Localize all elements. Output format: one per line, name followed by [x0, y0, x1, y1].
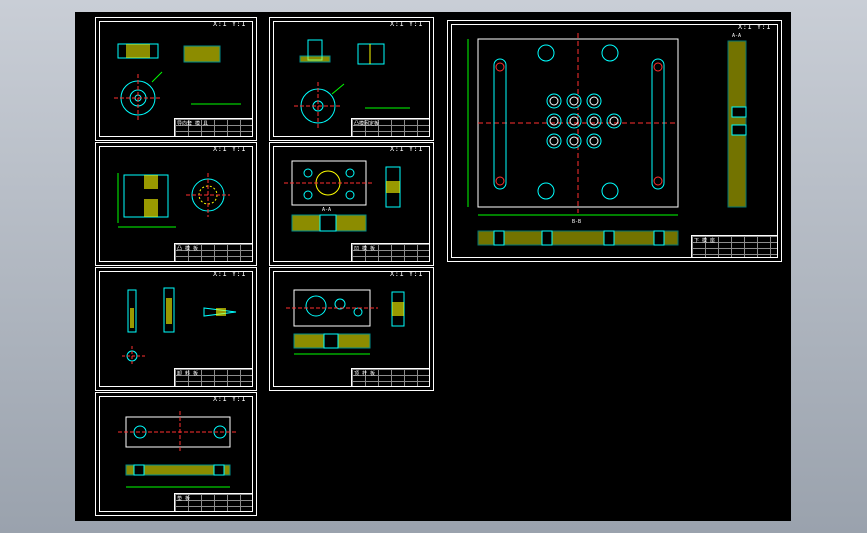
part-drawing: B-B A-A [467, 33, 747, 246]
sheet-punch[interactable]: X:1 Y:1 凸 模 板 [95, 142, 257, 266]
sheet-lower-die-base[interactable]: X:1 Y:1 B-B A-A 下 模 座 [447, 20, 782, 262]
title-block: 凸 模 板 [174, 243, 253, 262]
title-block: 顶 杆 板 [351, 368, 430, 387]
part-title: 凸模固定板 [354, 121, 380, 127]
sheet-guide-bush[interactable]: X:1 Y:1 导向套 模 具 [95, 17, 257, 141]
part-title: 垫 板 [177, 496, 191, 502]
title-block: 凸模固定板 [351, 118, 430, 137]
part-title: 下 模 座 [694, 238, 716, 244]
title-block: 凹 模 板 [351, 243, 430, 262]
sheet-ejector-plate[interactable]: X:1 Y:1 顶 杆 板 [269, 267, 434, 391]
drawing-canvas[interactable]: X:1 Y:1 导向套 模 具 X:1 Y:1 凸模固定板 X:1 Y:1 凸 … [75, 12, 791, 521]
title-block: 卸 料 板 [174, 368, 253, 387]
title-block: 垫 板 [174, 493, 253, 512]
sheet-die-plate[interactable]: X:1 Y:1 A-A 凹 模 板 [269, 142, 434, 266]
sheet-backing-plate[interactable]: X:1 Y:1 垫 板 [95, 392, 257, 516]
part-title: 顶 杆 板 [354, 371, 376, 377]
title-block: 导向套 模 具 [174, 118, 253, 137]
section-label: A-A [732, 33, 741, 39]
part-title: 凸 模 板 [177, 246, 199, 252]
section-label: B-B [572, 219, 581, 225]
cad-viewport[interactable]: X:1 Y:1 导向套 模 具 X:1 Y:1 凸模固定板 X:1 Y:1 凸 … [0, 0, 867, 533]
title-block: 下 模 座 [691, 235, 778, 258]
sheet-stripper-plate[interactable]: X:1 Y:1 卸 料 板 [95, 267, 257, 391]
sheet-punch-plate[interactable]: X:1 Y:1 凸模固定板 [269, 17, 434, 141]
part-title: 导向套 模 具 [177, 121, 209, 127]
part-title: 凹 模 板 [354, 246, 376, 252]
section-label: A-A [322, 207, 331, 213]
part-title: 卸 料 板 [177, 371, 199, 377]
